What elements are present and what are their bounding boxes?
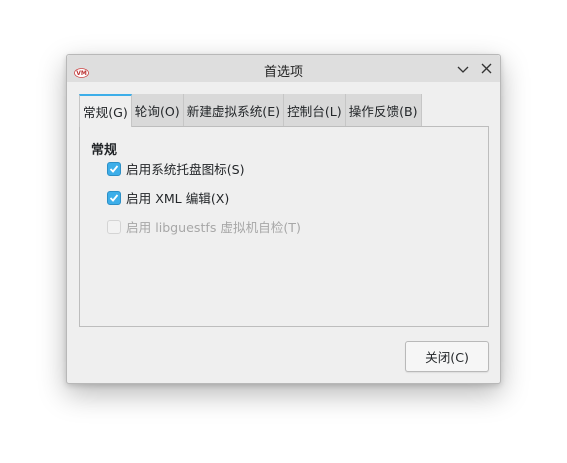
close-icon: [481, 59, 492, 78]
tab-general[interactable]: 常规(G): [79, 94, 132, 127]
title-bar[interactable]: VM 首选项: [67, 55, 500, 82]
systray-checkbox[interactable]: [107, 161, 121, 176]
tab-polling[interactable]: 轮询(O): [131, 94, 184, 126]
minimize-button[interactable]: [454, 60, 471, 77]
preferences-dialog: VM 首选项 常规(G) 轮询(O) 新建虚拟系统(E) 控制台(L) 操作反馈…: [66, 54, 501, 384]
tab-feedback[interactable]: 操作反馈(B): [345, 94, 422, 126]
general-panel: 常规 启用系统托盘图标(S) 启用 XML 编辑(X) 启用 libguestf…: [79, 126, 489, 327]
xml-editing-checkbox[interactable]: [107, 190, 121, 205]
libguestfs-label: 启用 libguestfs 虚拟机自检(T): [126, 220, 301, 235]
close-button[interactable]: 关闭(C): [405, 341, 489, 372]
tab-bar: 常规(G) 轮询(O) 新建虚拟系统(E) 控制台(L) 操作反馈(B): [79, 94, 422, 127]
window-title: 首选项: [263, 65, 303, 80]
libguestfs-checkbox: [107, 219, 121, 234]
close-window-button[interactable]: [478, 60, 495, 77]
systray-label: 启用系统托盘图标(S): [126, 162, 245, 177]
option-xml-editing[interactable]: 启用 XML 编辑(X): [107, 188, 229, 207]
option-libguestfs: 启用 libguestfs 虚拟机自检(T): [107, 217, 301, 236]
chevron-down-icon: [457, 59, 469, 78]
checkmark-icon: [109, 193, 119, 202]
xml-editing-label: 启用 XML 编辑(X): [126, 191, 230, 206]
section-title: 常规: [91, 143, 118, 158]
checkmark-icon: [109, 164, 119, 173]
option-systray[interactable]: 启用系统托盘图标(S): [107, 159, 245, 178]
tab-console[interactable]: 控制台(L): [284, 94, 346, 126]
desktop-background: VM 首选项 常规(G) 轮询(O) 新建虚拟系统(E) 控制台(L) 操作反馈…: [0, 0, 567, 463]
tab-new-vm[interactable]: 新建虚拟系统(E): [183, 94, 285, 126]
